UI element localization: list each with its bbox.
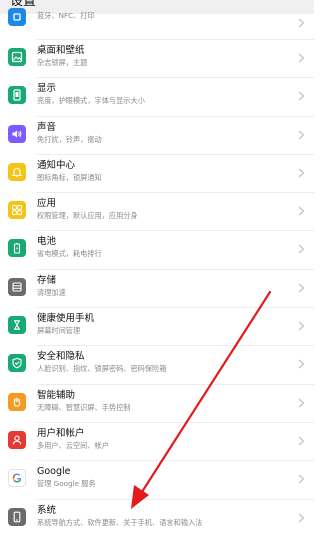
settings-item-users-accounts[interactable]: 用户和帐户 多用户、云空间、帐户 xyxy=(0,422,314,462)
chevron-right-icon xyxy=(298,436,305,446)
settings-item-label: 电池 xyxy=(37,236,57,248)
settings-item-security[interactable]: 安全和隐私 人脸识别、指纹、锁屏密码、密码保险箱 xyxy=(0,346,314,385)
settings-item-device-connection[interactable]: 蓝牙、NFC、打印 xyxy=(0,8,314,40)
settings-item-label: 存储 xyxy=(37,274,57,286)
settings-item-subtitle: 亮度，护眼模式，字体与显示大小 xyxy=(37,96,145,106)
hand-icon xyxy=(8,392,26,411)
settings-item-label: 通知中心 xyxy=(37,159,76,171)
chevron-right-icon xyxy=(298,283,305,293)
settings-item-label: 声音 xyxy=(37,121,57,133)
settings-item-subtitle: 清理加速 xyxy=(37,287,66,297)
settings-item-subtitle: 图标角标，锁屏通知 xyxy=(37,172,102,182)
settings-item-system[interactable]: 系统 系统导航方式、软件更新、关于手机、语言和输入法 xyxy=(0,499,314,538)
storage-icon xyxy=(8,277,26,296)
settings-item-apps[interactable]: 应用 权限管理，默认应用，应用分身 xyxy=(0,193,314,232)
settings-item-subtitle: 免打扰，铃声，振动 xyxy=(37,134,102,144)
settings-item-subtitle: 人脸识别、指纹、锁屏密码、密码保险箱 xyxy=(37,364,167,374)
settings-item-label: 桌面和壁纸 xyxy=(37,45,85,56)
settings-item-subtitle: 无障碍、智慧识屏、手势控制 xyxy=(37,402,131,412)
settings-item-label: 应用 xyxy=(37,198,57,210)
settings-item-label: Google xyxy=(37,466,71,478)
chevron-right-icon xyxy=(298,18,305,28)
settings-list: 蓝牙、NFC、打印 桌面和壁纸 杂志锁屏，主题 显示 亮度，护眼模式，字体与显示… xyxy=(0,8,314,538)
settings-item-subtitle: 省电模式，耗电排行 xyxy=(37,249,102,259)
chevron-right-icon xyxy=(298,91,305,101)
hourglass-icon xyxy=(8,316,26,335)
settings-item-subtitle: 权限管理，默认应用，应用分身 xyxy=(37,211,138,221)
chevron-right-icon xyxy=(298,168,305,178)
chevron-right-icon xyxy=(298,398,305,408)
apps-icon xyxy=(8,201,26,220)
settings-item-sound[interactable]: 声音 免打扰，铃声，振动 xyxy=(0,116,314,155)
settings-item-display[interactable]: 显示 亮度，护眼模式，字体与显示大小 xyxy=(0,78,314,117)
settings-item-label: 智能辅助 xyxy=(37,389,76,401)
settings-item-battery[interactable]: 电池 省电模式，耗电排行 xyxy=(0,231,314,270)
chevron-right-icon xyxy=(298,513,305,523)
settings-item-label: 安全和隐私 xyxy=(37,351,85,363)
bell-icon xyxy=(8,162,26,181)
shield-icon xyxy=(8,354,26,373)
settings-item-google[interactable]: Google 管理 Google 服务 xyxy=(0,461,314,500)
display-icon xyxy=(8,86,26,105)
settings-item-wallpaper[interactable]: 桌面和壁纸 杂志锁屏，主题 xyxy=(0,40,314,79)
user-icon xyxy=(8,430,26,449)
google-icon xyxy=(8,469,26,488)
chevron-right-icon xyxy=(298,321,305,331)
sound-icon xyxy=(8,124,26,143)
chevron-right-icon xyxy=(298,130,305,140)
settings-item-label: 显示 xyxy=(37,83,57,95)
phone-system-icon xyxy=(8,507,26,526)
chevron-right-icon xyxy=(298,206,305,216)
settings-item-label: 系统 xyxy=(37,504,57,516)
settings-item-label: 健康使用手机 xyxy=(37,313,95,325)
wallpaper-icon xyxy=(8,48,26,66)
settings-item-subtitle: 蓝牙、NFC、打印 xyxy=(37,11,95,20)
chevron-right-icon xyxy=(298,359,305,369)
settings-item-subtitle: 屏幕时间管理 xyxy=(37,326,81,336)
settings-item-subtitle: 管理 Google 服务 xyxy=(37,479,96,489)
chevron-right-icon xyxy=(298,53,305,63)
device-connection-icon xyxy=(8,8,26,26)
settings-item-subtitle: 系统导航方式、软件更新、关于手机、语言和输入法 xyxy=(37,517,203,527)
settings-item-digital-balance[interactable]: 健康使用手机 屏幕时间管理 xyxy=(0,308,314,347)
settings-item-subtitle: 多用户、云空间、帐户 xyxy=(37,440,109,450)
battery-icon xyxy=(8,239,26,258)
chevron-right-icon xyxy=(298,474,305,484)
chevron-right-icon xyxy=(298,245,305,254)
settings-item-label: 用户和帐户 xyxy=(37,427,85,439)
settings-item-notification[interactable]: 通知中心 图标角标，锁屏通知 xyxy=(0,154,314,194)
settings-item-subtitle: 杂志锁屏，主题 xyxy=(37,58,88,67)
settings-item-smart-assist[interactable]: 智能辅助 无障碍、智慧识屏、手势控制 xyxy=(0,384,314,423)
settings-item-storage[interactable]: 存储 清理加速 xyxy=(0,269,314,309)
